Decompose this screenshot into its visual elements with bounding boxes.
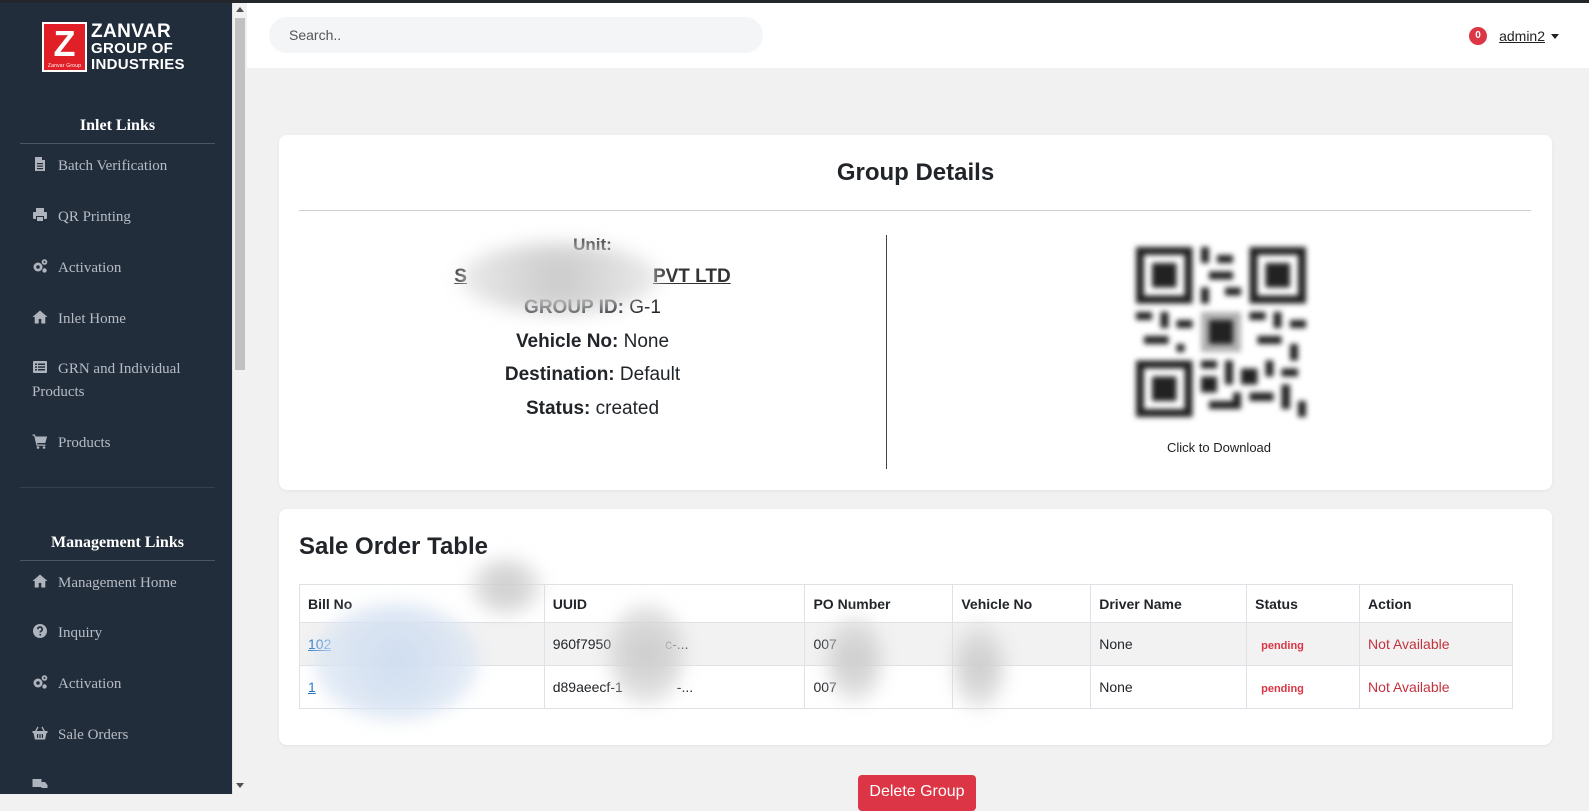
redaction-blur: [609, 604, 684, 704]
scroll-up-arrow-icon[interactable]: [236, 7, 244, 12]
redaction-blur: [954, 624, 1004, 709]
column-header: PO Number: [804, 584, 954, 623]
cogs-icon: [32, 258, 48, 274]
action-text: Not Available: [1368, 636, 1450, 652]
sale-order-title: Sale Order Table: [299, 533, 488, 560]
table-row: 102 960f7950c-... 007 None pending Not A…: [299, 622, 1513, 666]
sale-order-card: Sale Order Table Bill No UUID PO Number …: [279, 509, 1552, 745]
sidebar-item-vehicles-partial[interactable]: [32, 775, 217, 794]
sidebar-item-activation[interactable]: Activation: [32, 257, 217, 280]
logo-mark: Z Zanvar Group: [42, 22, 87, 72]
driver-name-cell: None: [1090, 665, 1248, 709]
printer-icon: [32, 207, 48, 223]
card-divider: [299, 210, 1531, 211]
bill-no-link[interactable]: 1: [308, 679, 316, 695]
status-cell: pending: [1246, 622, 1361, 666]
management-links-heading: Management Links: [20, 534, 215, 561]
column-header: Status: [1246, 584, 1361, 623]
basket-icon: [32, 725, 48, 741]
sidebar-item-batch-verification[interactable]: Batch Verification: [32, 155, 217, 178]
column-header: Driver Name: [1090, 584, 1248, 623]
status-badge: pending: [1261, 640, 1304, 652]
table-row: 1 d89aeecf-1 -... 007 None pending Not Av…: [299, 665, 1513, 709]
top-navbar: Search.. 0 admin2: [247, 3, 1589, 68]
logo-text: ZANVAR GROUP OF INDUSTRIES: [91, 21, 185, 73]
scrollbar-thumb[interactable]: [235, 18, 245, 370]
username-dropdown[interactable]: admin2: [1499, 28, 1545, 44]
file-icon: [32, 156, 48, 172]
scroll-down-arrow-icon[interactable]: [236, 783, 244, 788]
search-input[interactable]: Search..: [269, 17, 763, 53]
company-logo[interactable]: Z Zanvar Group ZANVAR GROUP OF INDUSTRIE…: [42, 22, 202, 74]
sidebar-item-qr-printing[interactable]: QR Printing: [32, 206, 217, 229]
redaction-blur: [827, 617, 882, 702]
driver-name-cell: None: [1090, 622, 1248, 666]
list-icon: [32, 359, 48, 375]
cart-icon: [32, 433, 48, 449]
qr-download-caption[interactable]: Click to Download: [1069, 440, 1369, 455]
vehicle-row: Vehicle No: None: [515, 330, 670, 352]
question-circle-icon: [32, 623, 48, 639]
action-cell: Not Available: [1359, 622, 1513, 666]
action-text: Not Available: [1368, 679, 1450, 695]
sidebar-item-management-home[interactable]: Management Home: [32, 572, 217, 595]
cogs-icon: [32, 674, 48, 690]
column-header: Vehicle No: [952, 584, 1092, 623]
destination-row: Destination: Default: [504, 364, 681, 385]
sidebar-divider: [20, 487, 215, 488]
user-menu[interactable]: 0 admin2: [1469, 26, 1559, 46]
redaction-blur: [459, 243, 659, 313]
group-details-card: Group Details Unit: SPVT LTD GROUP ID: G…: [279, 135, 1552, 490]
sidebar-item-inquiry[interactable]: Inquiry: [32, 622, 217, 645]
sidebar-item-sale-orders[interactable]: Sale Orders: [32, 724, 217, 747]
qr-code-image[interactable]: [1136, 247, 1306, 417]
chevron-down-icon[interactable]: [1551, 33, 1559, 39]
group-details-title: Group Details: [836, 159, 995, 186]
redaction-blur: [471, 559, 541, 614]
notification-badge[interactable]: 0: [1469, 27, 1488, 45]
delete-group-button[interactable]: Delete Group: [858, 775, 976, 811]
sidebar-item-products[interactable]: Products: [32, 432, 217, 455]
inlet-links-heading: Inlet Links: [20, 117, 215, 144]
sidebar-scrollbar[interactable]: [232, 3, 248, 794]
column-header: UUID: [543, 584, 806, 623]
status-row: Status: created: [525, 397, 660, 419]
home-icon: [32, 573, 48, 589]
home-icon: [32, 309, 48, 325]
status-cell: pending: [1246, 665, 1361, 709]
vertical-divider: [886, 235, 887, 469]
sidebar-item-inlet-home[interactable]: Inlet Home: [32, 308, 217, 331]
sidebar: Z Zanvar Group ZANVAR GROUP OF INDUSTRIE…: [0, 0, 235, 794]
sidebar-item-grn-individual-products[interactable]: GRN and Individual Products: [32, 358, 217, 404]
sidebar-item-management-activation[interactable]: Activation: [32, 673, 217, 696]
window-top-border: [0, 0, 1589, 3]
truck-icon: [32, 776, 48, 792]
action-cell: Not Available: [1359, 665, 1513, 709]
column-header: Action: [1359, 584, 1513, 623]
status-badge: pending: [1261, 683, 1304, 695]
redaction-blur: [314, 604, 479, 719]
